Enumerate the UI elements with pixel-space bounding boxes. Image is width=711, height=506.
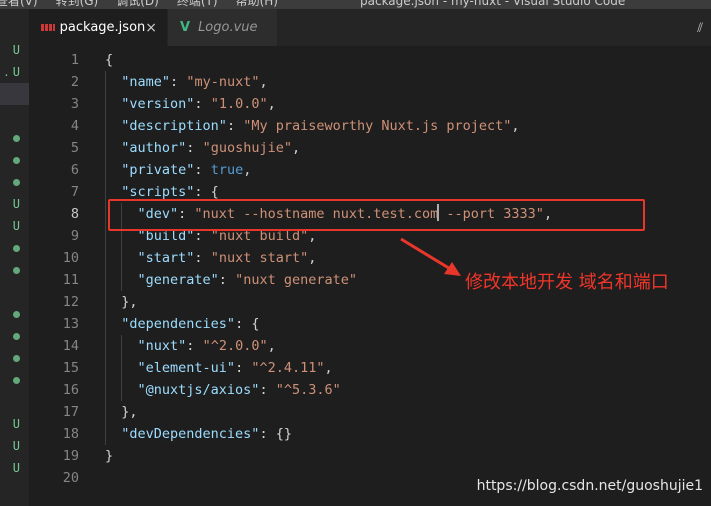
- watermark: https://blog.csdn.net/guoshujie1: [476, 478, 703, 494]
- annotation-arrow: [400, 237, 461, 276]
- annotation-note: 修改本地开发 域名和端口: [465, 272, 669, 293]
